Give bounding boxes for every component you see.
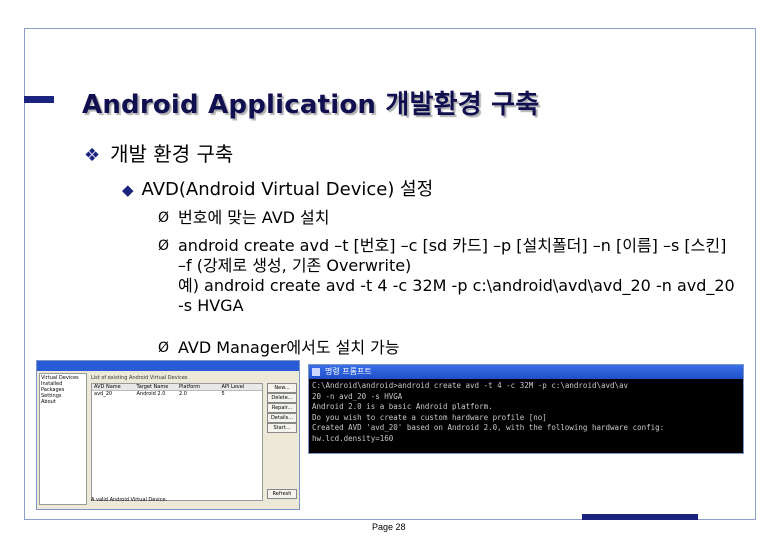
delete-button: Delete...: [267, 393, 297, 403]
avd-manager-screenshot: Virtual Devices Installed Packages Setti…: [36, 360, 300, 510]
column-header: API Level: [221, 384, 245, 390]
console-line: 20 -n avd_20 -s HVGA: [312, 391, 403, 401]
bullet-example-text: 예) android create avd -t 4 -c 32M -p c:\…: [178, 276, 735, 315]
window-titlebar: 명령 프롬프트: [309, 365, 743, 379]
table-header: AVD Name Target Name Platform API Level: [92, 384, 262, 391]
console-icon: [312, 368, 320, 376]
avd-sidebar: Virtual Devices Installed Packages Setti…: [39, 373, 87, 505]
column-header: Target Name: [136, 384, 169, 390]
diamond-bullet-icon: ❖: [84, 145, 101, 166]
console-line: Created AVD 'avd_20' based on Android 2.…: [312, 423, 665, 432]
details-button: Details...: [267, 413, 297, 423]
window-titlebar: [37, 361, 299, 371]
avd-list-header: List of existing Android Virtual Devices: [91, 375, 188, 381]
table-cell: 5: [221, 391, 225, 397]
arrow-bullet-icon: Ø: [158, 340, 170, 356]
console-line: Do you wish to create a custom hardware …: [312, 412, 547, 422]
table-cell: 2.0: [179, 391, 187, 397]
refresh-button: Refresh: [267, 489, 297, 499]
repair-button: Repair...: [267, 403, 297, 413]
bullet-text: android create avd –t [번호] –c [sd 카드] –p…: [178, 236, 727, 275]
solid-diamond-icon: ◆: [122, 181, 134, 199]
bullet-level2: ◆ AVD(Android Virtual Device) 설정: [122, 175, 433, 201]
command-prompt-screenshot: 명령 프롬프트 C:\Android\android>android creat…: [308, 364, 744, 454]
window-title: 명령 프롬프트: [325, 367, 372, 376]
console-line: Android 2.0 is a basic Android platform.: [312, 402, 493, 411]
table-cell: avd_20: [94, 391, 113, 397]
sidebar-item: Installed Packages: [41, 381, 65, 393]
column-header: Platform: [179, 384, 201, 390]
avd-table: AVD Name Target Name Platform API Level …: [91, 383, 263, 501]
bullet-level3: Ø android create avd –t [번호] –c [sd 카드] …: [158, 236, 738, 316]
bullet-text: AVD Manager에서도 설치 가능: [178, 338, 400, 357]
console-line: C:\Android\android>android create avd -t…: [312, 381, 629, 390]
status-text: A valid Android Virtual Device.: [91, 497, 168, 503]
bullet-level3: Ø 번호에 맞는 AVD 설치: [158, 208, 738, 228]
console-line: hw.lcd.density=160: [312, 433, 394, 443]
bullet-level3: Ø AVD Manager에서도 설치 가능: [158, 338, 738, 358]
new-button: New...: [267, 383, 297, 393]
bullet-level1-text: 개발 환경 구축: [110, 142, 234, 166]
start-button: Start...: [267, 423, 297, 433]
column-header: AVD Name: [94, 384, 121, 390]
sidebar-item: About: [41, 399, 56, 405]
slide-title: Android Application 개발환경 구축: [82, 90, 540, 120]
arrow-bullet-icon: Ø: [158, 238, 170, 254]
table-cell: Android 2.0: [136, 391, 166, 397]
bullet-level2-text: AVD(Android Virtual Device) 설정: [141, 179, 434, 200]
arrow-bullet-icon: Ø: [158, 210, 170, 226]
bullet-level1: ❖ 개발 환경 구축: [84, 138, 233, 167]
table-row: avd_20 Android 2.0 2.0 5: [92, 391, 262, 397]
console-output: C:\Android\android>android create avd -t…: [309, 379, 743, 446]
page-number: Page 28: [372, 522, 406, 532]
bullet-text: 번호에 맞는 AVD 설치: [178, 208, 330, 227]
footer-accent-bar: [582, 514, 698, 520]
title-accent-bar: [24, 96, 54, 103]
